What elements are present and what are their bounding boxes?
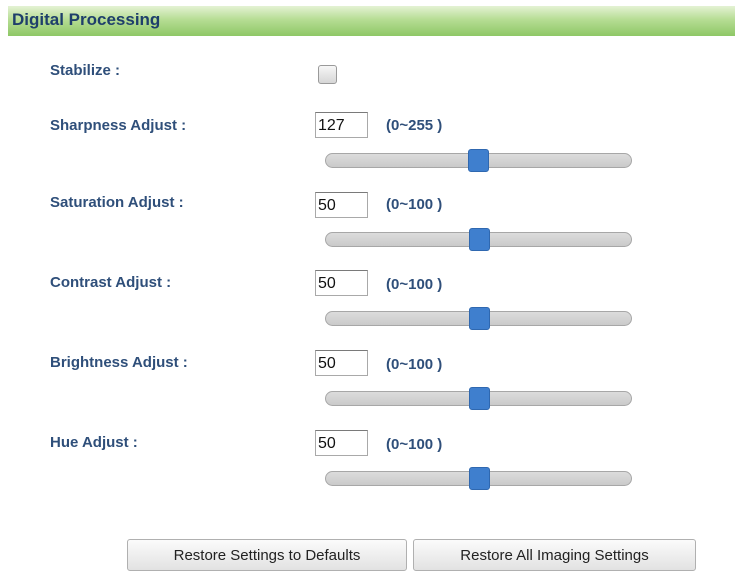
contrast-slider-track[interactable]: [325, 307, 632, 330]
brightness-input[interactable]: [315, 350, 368, 376]
brightness-label: Brightness Adjust :: [50, 354, 188, 371]
hue-range: (0~100 ): [386, 436, 443, 453]
restore-defaults-button[interactable]: Restore Settings to Defaults: [127, 539, 407, 571]
contrast-range: (0~100 ): [386, 276, 443, 293]
sharpness-slider-track[interactable]: [325, 149, 632, 172]
sharpness-slider-handle[interactable]: [467, 149, 489, 172]
restore-all-imaging-button[interactable]: Restore All Imaging Settings: [413, 539, 696, 571]
contrast-slider-handle[interactable]: [468, 307, 490, 330]
saturation-range: (0~100 ): [386, 196, 443, 213]
saturation-slider-handle[interactable]: [468, 228, 490, 251]
brightness-slider-handle[interactable]: [468, 387, 490, 410]
saturation-input[interactable]: [315, 192, 368, 218]
section-header: Digital Processing: [8, 6, 735, 36]
sharpness-range: (0~255 ): [386, 117, 443, 134]
hue-slider-track[interactable]: [325, 467, 632, 490]
saturation-slider-track[interactable]: [325, 228, 632, 251]
stabilize-label: Stabilize :: [50, 62, 121, 79]
saturation-label: Saturation Adjust :: [50, 194, 184, 211]
hue-input[interactable]: [315, 430, 368, 456]
brightness-range: (0~100 ): [386, 356, 443, 373]
section-title: Digital Processing: [12, 10, 161, 29]
brightness-slider-track[interactable]: [325, 387, 632, 410]
contrast-input[interactable]: [315, 270, 368, 296]
sharpness-input[interactable]: [315, 112, 368, 138]
hue-slider-handle[interactable]: [468, 467, 490, 490]
contrast-label: Contrast Adjust :: [50, 274, 172, 291]
sharpness-label: Sharpness Adjust :: [50, 117, 187, 134]
stabilize-checkbox[interactable]: [318, 65, 337, 84]
hue-label: Hue Adjust :: [50, 434, 138, 451]
